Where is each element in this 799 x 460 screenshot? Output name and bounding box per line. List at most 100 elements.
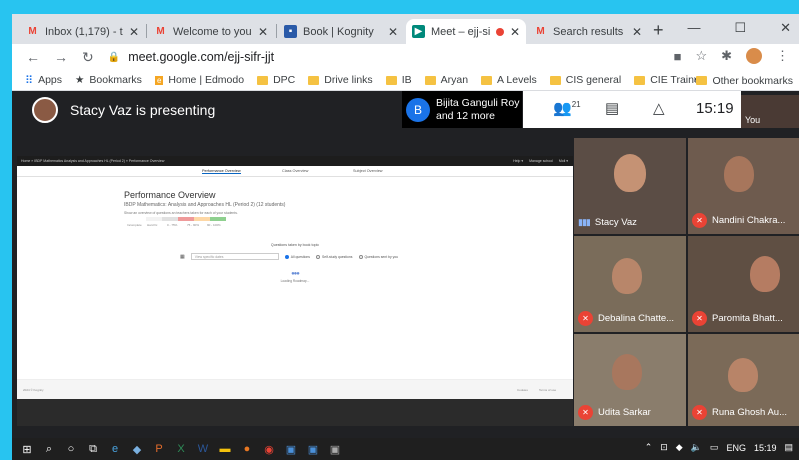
address-bar[interactable]: 🔒 meet.google.com/ejj-sifr-jjt <box>108 50 274 64</box>
participant-chip[interactable]: B Bijita Ganguli Roy and 12 more <box>402 91 522 128</box>
star-icon: ★ <box>75 74 85 86</box>
bookmark-edmodo[interactable]: e Home | Edmodo <box>154 74 245 86</box>
new-tab-button[interactable]: + <box>653 20 664 41</box>
powerpoint-icon[interactable]: P <box>148 443 170 455</box>
participant-tile[interactable]: ✕ Paromita Bhatt... <box>688 236 799 332</box>
presenter-avatar <box>32 97 58 123</box>
participant-tile[interactable]: ✕ Nandini Chakra... <box>688 138 799 234</box>
word-icon[interactable]: W <box>192 443 214 455</box>
menu-dots-icon[interactable]: ⋮ <box>776 48 789 64</box>
participant-tile[interactable]: ▮▮▮ Stacy Vaz <box>574 138 686 234</box>
browser-tab-active[interactable]: ▶ Meet – ejj-sifr-jjt ✕ <box>406 19 526 44</box>
bookmark-folder[interactable]: DPC <box>257 74 295 86</box>
participant-name: Stacy Vaz <box>594 217 637 228</box>
close-window-icon[interactable]: ✕ <box>780 20 791 36</box>
cortana-icon[interactable]: ○ <box>60 443 82 455</box>
close-icon[interactable]: ✕ <box>129 25 139 39</box>
participant-video <box>728 358 758 392</box>
bookmark-label: Home | Edmodo <box>168 74 245 86</box>
network-icon[interactable]: ⊡ <box>660 442 668 453</box>
language-indicator[interactable]: ENG <box>726 443 746 453</box>
gmail-icon: M <box>156 26 165 37</box>
extensions-icon[interactable]: ✱ <box>721 48 732 64</box>
maximize-icon[interactable]: ☐ <box>734 20 746 36</box>
kognity-icon: ▪ <box>284 25 297 38</box>
camera-icon[interactable]: ■ <box>674 49 682 64</box>
participant-tile[interactable]: ✕ Runa Ghosh Au... <box>688 334 799 426</box>
excel-icon[interactable]: X <box>170 443 192 455</box>
help-menu: Help ▾ <box>513 159 524 163</box>
volume-icon[interactable]: 🔈 <box>691 442 702 453</box>
app-icon[interactable]: ▣ <box>280 443 302 456</box>
chrome-icon[interactable]: ◉ <box>258 443 280 456</box>
chevron-up-icon[interactable]: ⌃ <box>645 442 653 453</box>
dropbox-tray-icon[interactable]: ◆ <box>676 442 683 453</box>
app-footer: 2024 © Kognity Cookies Terms of use <box>17 379 573 399</box>
profile-avatar[interactable] <box>746 48 762 64</box>
participant-tile[interactable]: ✕ Debalina Chatte... <box>574 236 686 332</box>
activities-icon[interactable]: △ <box>653 99 665 117</box>
browser-tab[interactable]: M Search results - dpc... ✕ <box>528 19 648 44</box>
legend-label: Hard fix <box>147 223 158 227</box>
star-icon[interactable]: ☆ <box>695 48 707 64</box>
radio-self-study: Self-study questions <box>315 254 353 259</box>
edge-icon[interactable]: e <box>104 443 126 455</box>
bookmark-folder[interactable]: Drive links <box>308 74 373 86</box>
bookmark-folder[interactable]: Aryan <box>424 74 468 86</box>
mic-off-icon: ✕ <box>692 311 707 326</box>
battery-icon[interactable]: ▭ <box>710 442 719 453</box>
browser-window: M Inbox (1,179) - tina... ✕ M Welcome to… <box>12 14 799 460</box>
notifications-icon[interactable]: ▤ <box>784 442 793 453</box>
bookmark-folder[interactable]: IB <box>385 74 412 86</box>
page-description: Show an overview of questions an teacher… <box>124 211 238 215</box>
chat-icon[interactable]: ▤ <box>605 99 619 117</box>
app-icon[interactable]: ▣ <box>324 443 346 456</box>
dropbox-icon[interactable]: ◆ <box>126 443 148 456</box>
bookmark-label: DPC <box>273 74 296 86</box>
close-icon[interactable]: ✕ <box>258 25 268 39</box>
bookmark-label: CIS general <box>565 74 622 86</box>
back-arrow-icon[interactable]: ← <box>26 49 40 65</box>
people-icon[interactable]: 👥21 <box>553 99 581 117</box>
app-tabs: Performance Overview Class Overview Subj… <box>17 166 573 177</box>
browser-tab[interactable]: M Welcome to your K... ✕ <box>148 19 274 44</box>
bookmark-label: Bookmarks <box>89 74 142 86</box>
windows-start-icon[interactable]: ⊞ <box>16 443 38 456</box>
bookmark-folder[interactable]: A Levels <box>481 74 537 86</box>
forward-arrow-icon[interactable]: → <box>54 49 68 65</box>
loading-indicator: ●●● Loading Roadmap... <box>17 271 573 283</box>
radio-sent-by-you: Questions sent by you <box>358 254 398 259</box>
window-controls: — ☐ ✕ <box>687 20 791 36</box>
reload-icon[interactable]: ↻ <box>82 49 94 66</box>
file-explorer-icon[interactable]: ▬ <box>214 443 236 455</box>
search-icon[interactable]: ⌕ <box>38 443 60 456</box>
mic-off-icon: ✕ <box>692 405 707 420</box>
bookmarks-bar: ⠿ Apps ★ Bookmarks e Home | Edmodo DPC Driv… <box>12 70 799 91</box>
participant-name: Nandini Chakra... <box>712 215 786 226</box>
close-icon[interactable]: ✕ <box>388 25 398 39</box>
browser-tab[interactable]: M Inbox (1,179) - tina... ✕ <box>20 19 145 44</box>
task-view-icon[interactable]: ⧉ <box>82 443 104 456</box>
close-icon[interactable]: ✕ <box>632 25 642 39</box>
firefox-icon[interactable]: ● <box>236 443 258 455</box>
apps-grid-icon: ⠿ <box>25 74 34 87</box>
tab-title: Meet – ejj-sifr-jjt <box>431 25 490 38</box>
bookmark-bookmarks[interactable]: ★ Bookmarks <box>75 74 142 86</box>
terms-link: Terms of use <box>539 388 557 392</box>
minimize-icon[interactable]: — <box>687 20 700 36</box>
presenter-banner: Stacy Vaz is presenting <box>32 97 215 123</box>
app-icon[interactable]: ▣ <box>302 443 324 456</box>
other-bookmarks[interactable]: Other bookmarks <box>696 70 793 91</box>
date-select: View specific dates <box>190 253 279 260</box>
bookmark-apps[interactable]: ⠿ Apps <box>25 74 62 87</box>
bookmark-label: A Levels <box>497 74 537 86</box>
close-icon[interactable]: ✕ <box>510 25 520 39</box>
taskbar-clock[interactable]: 15:19 <box>754 443 777 453</box>
participant-tile[interactable]: ✕ Udita Sarkar <box>574 334 686 426</box>
recording-icon <box>495 27 504 36</box>
speaking-indicator-icon: ▮▮▮ <box>578 217 591 227</box>
browser-tab[interactable]: ▪ Book | Kognity ✕ <box>278 19 404 44</box>
meet-window: Stacy Vaz is presenting B Bijita Ganguli… <box>12 91 799 460</box>
bookmark-folder[interactable]: CIS general <box>549 74 622 86</box>
page-title: Performance Overview <box>124 190 216 200</box>
